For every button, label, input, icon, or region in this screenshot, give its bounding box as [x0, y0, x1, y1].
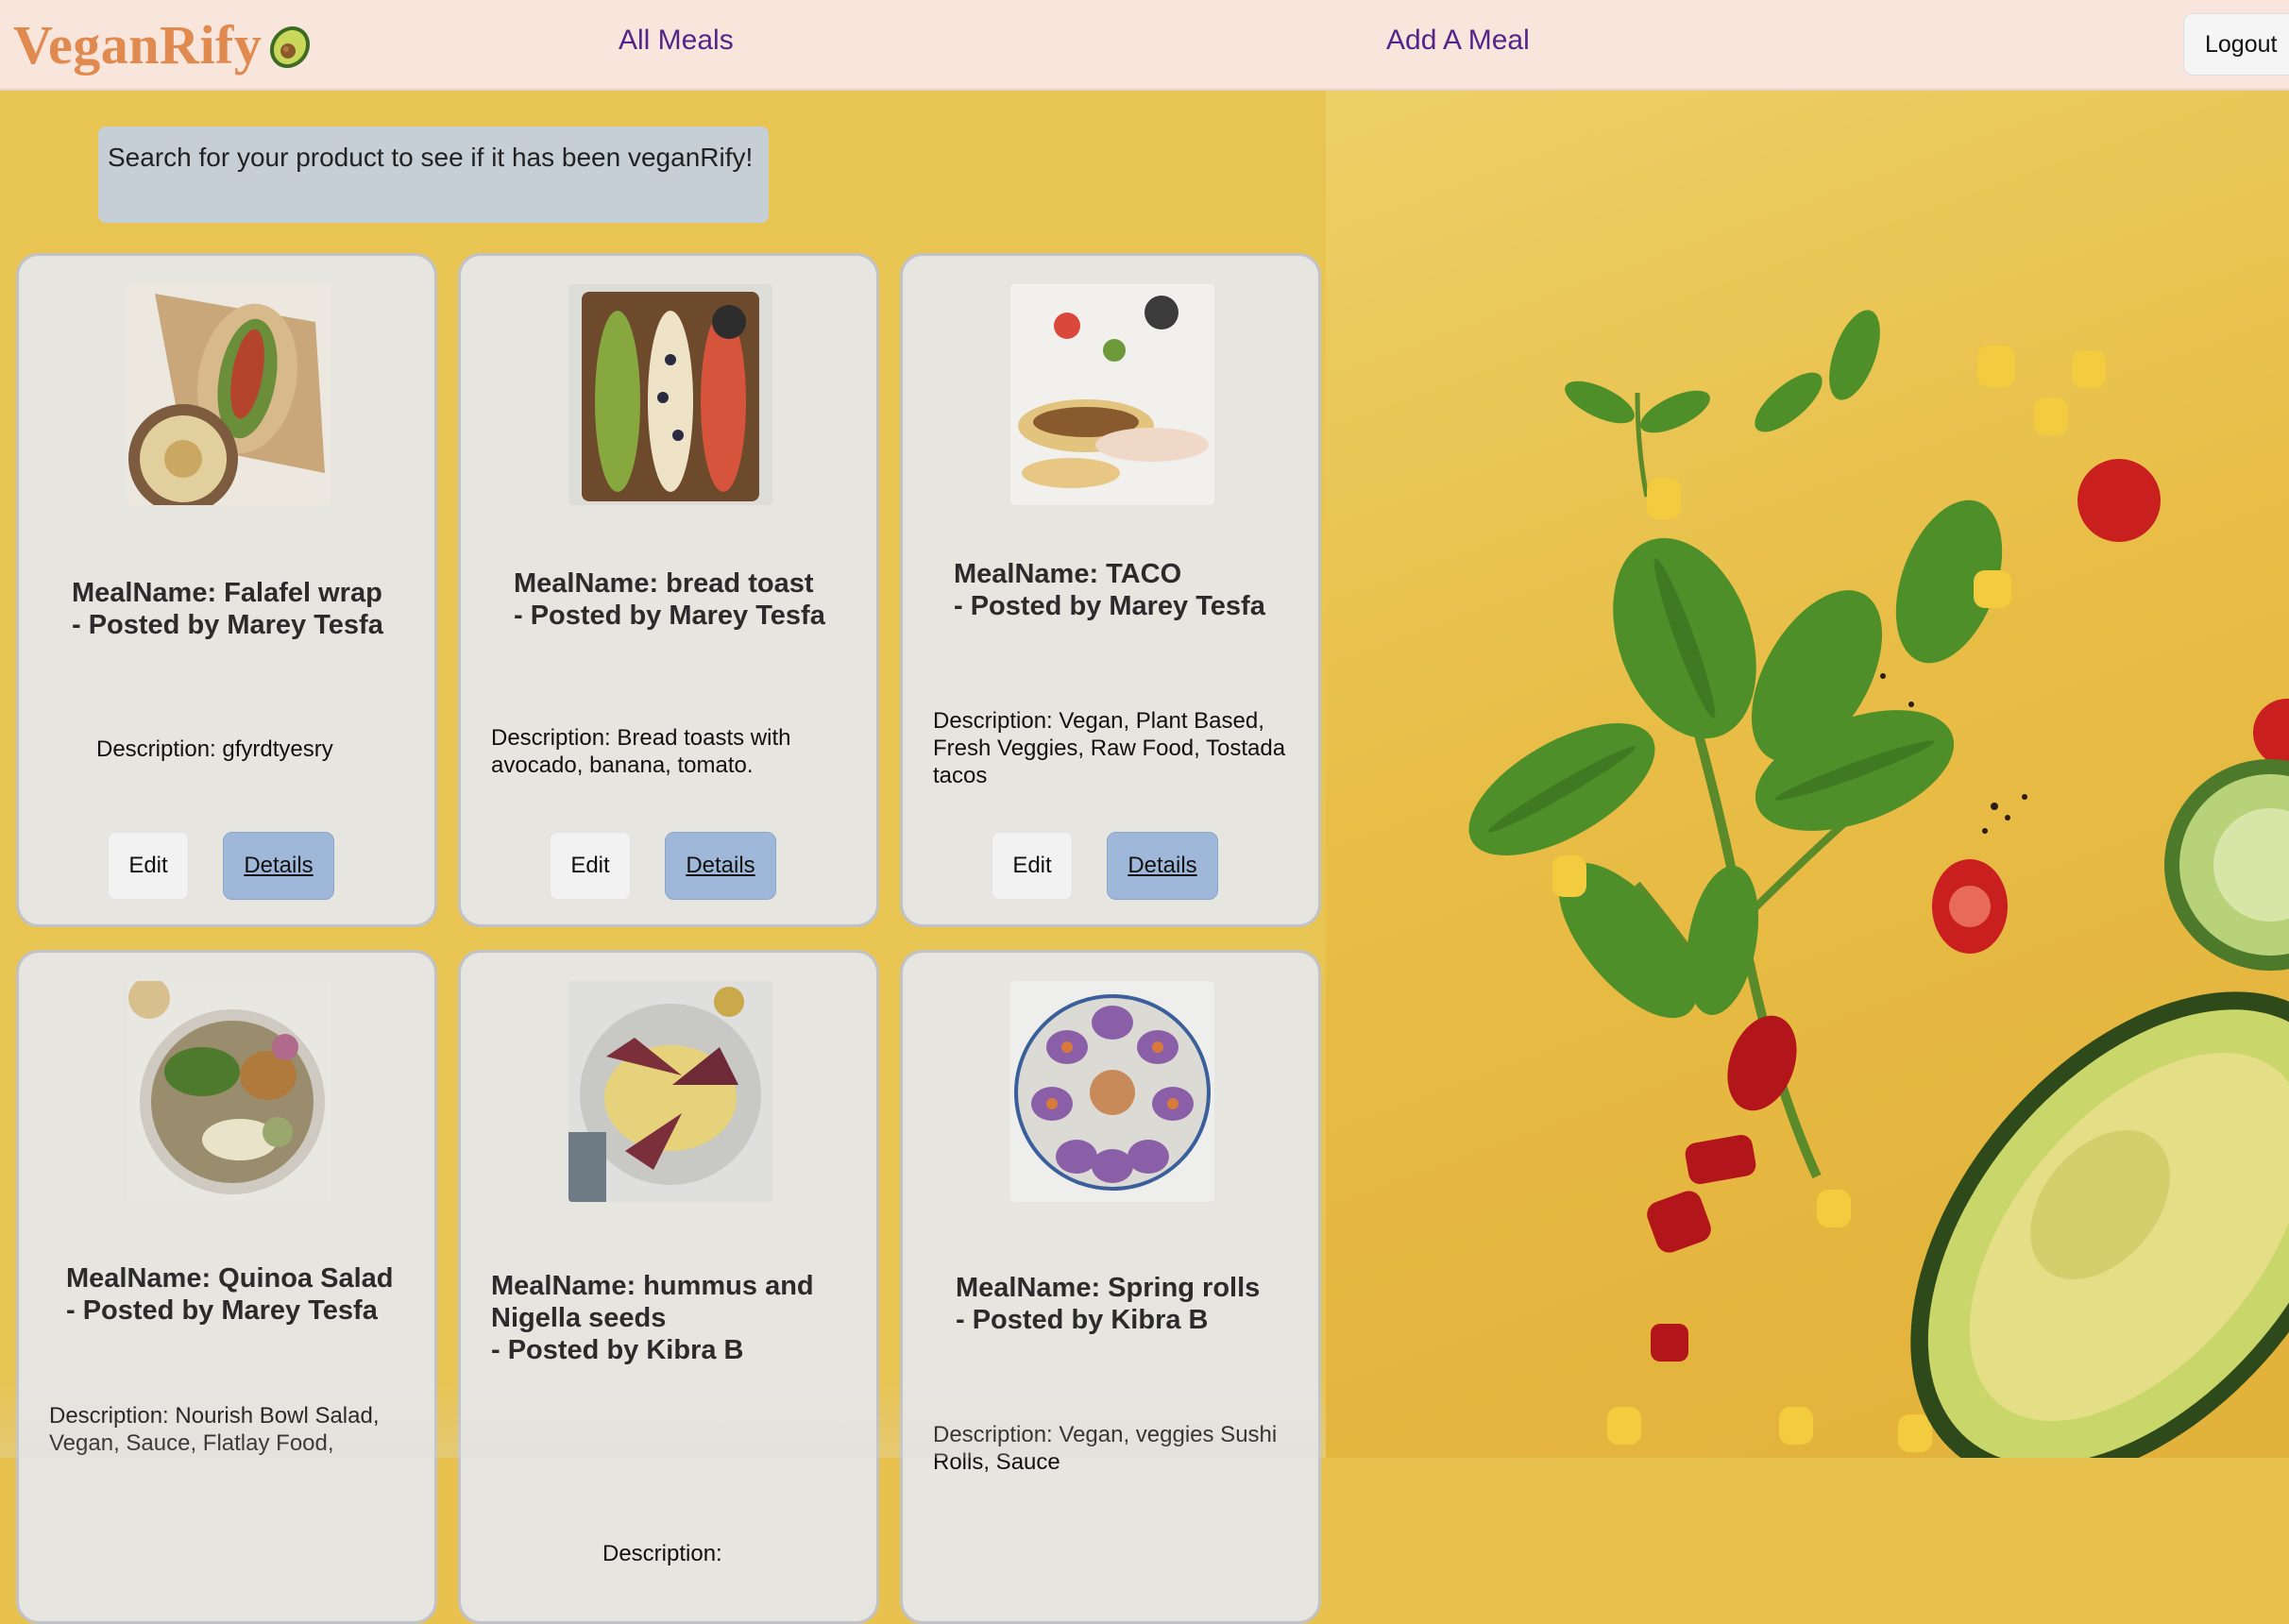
meal-name: MealName: Spring rolls — [956, 1273, 1261, 1303]
meal-image-bread-toast — [568, 284, 772, 505]
meal-card: MealName: Quinoa Salad - Posted by Marey… — [16, 950, 437, 1624]
meal-poster: - Posted by Kibra B — [956, 1305, 1209, 1335]
meal-card: MealName: hummus and Nigella seeds - Pos… — [458, 950, 879, 1624]
meal-description: Description: Bread toasts with avocado, … — [491, 725, 791, 778]
meal-card: MealName: Spring rolls - Posted by Kibra… — [900, 950, 1321, 1624]
meal-image-spring-rolls — [1010, 981, 1214, 1202]
details-button[interactable]: Details — [1107, 832, 1218, 900]
meal-poster: - Posted by Marey Tesfa — [66, 1295, 378, 1326]
meal-card: MealName: TACO - Posted by Marey Tesfa D… — [900, 253, 1321, 927]
meal-poster: - Posted by Kibra B — [491, 1335, 744, 1365]
meal-poster: - Posted by Marey Tesfa — [514, 601, 825, 631]
avocado-icon — [270, 25, 311, 69]
meal-card: MealName: bread toast - Posted by Marey … — [458, 253, 879, 927]
meal-name: MealName: hummus and Nigella seeds — [491, 1271, 814, 1333]
brand-name: VeganRify — [13, 13, 263, 76]
edit-button[interactable]: Edit — [992, 832, 1073, 900]
search-box[interactable]: Search for your product to see if it has… — [98, 127, 769, 223]
meal-name: MealName: Quinoa Salad — [66, 1263, 394, 1294]
hero-vegetables-image — [1326, 91, 2289, 1458]
nav-add-meal[interactable]: Add A Meal — [1386, 25, 1530, 57]
meal-image-falafel-wrap — [127, 284, 331, 505]
edit-button[interactable]: Edit — [108, 832, 189, 900]
details-button[interactable]: Details — [665, 832, 776, 900]
meals-panel: Search for your product to see if it has… — [0, 91, 1326, 1624]
navbar: VeganRify All Meals Add A Meal Logout — [0, 0, 2289, 91]
meal-description: Description: — [602, 1541, 722, 1566]
meal-name: MealName: Falafel wrap — [72, 578, 382, 608]
logout-button[interactable]: Logout — [2183, 13, 2289, 76]
meal-poster: - Posted by Marey Tesfa — [954, 591, 1265, 621]
meal-image-quinoa-salad — [127, 981, 331, 1202]
edit-button[interactable]: Edit — [550, 832, 631, 900]
meal-image-taco — [1010, 284, 1214, 505]
meal-name: MealName: bread toast — [514, 568, 814, 599]
brand-logo[interactable]: VeganRify — [13, 13, 314, 76]
meal-description: Description: gfyrdtyesry — [96, 736, 333, 762]
meal-description: Description: Vegan, Plant Based, Fresh V… — [933, 708, 1286, 788]
nav-all-meals[interactable]: All Meals — [619, 25, 734, 57]
meal-name: MealName: TACO — [954, 559, 1182, 589]
meal-image-hummus — [568, 981, 772, 1202]
meal-description: Description: Nourish Bowl Salad, Vegan, … — [49, 1403, 380, 1456]
meal-poster: - Posted by Marey Tesfa — [72, 610, 383, 640]
meal-card: MealName: Falafel wrap - Posted by Marey… — [16, 253, 437, 927]
meal-description: Description: Vegan, veggies Sushi Rolls,… — [933, 1422, 1278, 1475]
details-button[interactable]: Details — [223, 832, 334, 900]
